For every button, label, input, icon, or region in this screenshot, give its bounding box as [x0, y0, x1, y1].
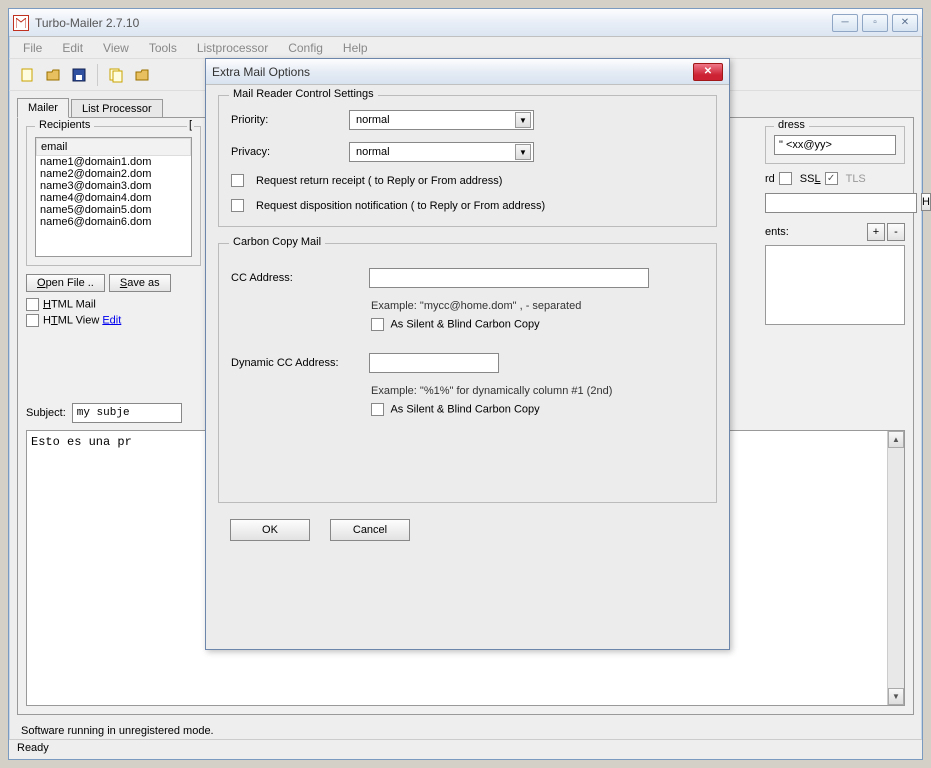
unregistered-label: Software running in unregistered mode.	[21, 725, 214, 737]
tab-mailer[interactable]: Mailer	[17, 98, 69, 118]
edit-link[interactable]: Edit	[102, 314, 121, 326]
menubar: File Edit View Tools Listprocessor Confi…	[9, 37, 922, 59]
dropdown-arrow-icon[interactable]: ▼	[515, 144, 531, 160]
scroll-down-icon[interactable]: ▼	[888, 688, 904, 705]
recipients-label: Recipients	[35, 119, 94, 131]
cc-example: Example: "mycc@home.dom" , - separated	[371, 300, 704, 312]
html-mail-checkbox[interactable]	[26, 298, 39, 311]
open-file-button[interactable]: Open File ..	[26, 274, 105, 292]
list-item[interactable]: name4@domain4.dom	[36, 192, 191, 204]
menu-file[interactable]: File	[15, 39, 50, 57]
open-icon[interactable]	[41, 63, 65, 87]
dropdown-arrow-icon[interactable]: ▼	[515, 112, 531, 128]
disposition-label: Request disposition notification ( to Re…	[256, 200, 545, 212]
h-button[interactable]: H	[921, 193, 931, 211]
mail-reader-control-group: Mail Reader Control Settings Priority: n…	[218, 95, 717, 227]
disposition-checkbox[interactable]	[231, 199, 244, 212]
email-column-header[interactable]: email	[36, 138, 191, 156]
priority-select[interactable]: normal ▼	[349, 110, 534, 130]
privacy-label: Privacy:	[231, 146, 341, 158]
return-receipt-label: Request return receipt ( to Reply or Fro…	[256, 175, 502, 187]
tab-list-processor[interactable]: List Processor	[71, 99, 163, 118]
dialog-close-button[interactable]: ✕	[693, 63, 723, 81]
html-view-label: HTML View	[43, 314, 99, 326]
sender-panel: dress rd SSL TLS H ents: + -	[765, 126, 905, 325]
group2-title: Carbon Copy Mail	[229, 236, 325, 248]
sender-input[interactable]	[774, 135, 896, 155]
priority-label: Priority:	[231, 114, 341, 126]
privacy-select[interactable]: normal ▼	[349, 142, 534, 162]
list-item[interactable]: name5@domain5.dom	[36, 204, 191, 216]
menu-edit[interactable]: Edit	[54, 39, 91, 57]
statusbar: Ready	[9, 739, 922, 759]
new-icon[interactable]	[15, 63, 39, 87]
html-view-checkbox[interactable]	[26, 314, 39, 327]
rd-label: rd	[765, 173, 775, 185]
menu-config[interactable]: Config	[280, 39, 331, 57]
ssl-label: SSL	[800, 173, 821, 185]
group1-title: Mail Reader Control Settings	[229, 88, 378, 100]
body-scrollbar[interactable]: ▲ ▼	[887, 431, 904, 705]
tls-label: TLS	[846, 173, 866, 185]
sender-group-label: dress	[774, 119, 809, 131]
list-item[interactable]: name2@domain2.dom	[36, 168, 191, 180]
save-icon[interactable]	[67, 63, 91, 87]
return-receipt-checkbox[interactable]	[231, 174, 244, 187]
recipients-group: Recipients [ email name1@domain1.dom nam…	[26, 126, 201, 266]
tls-checkbox[interactable]	[825, 172, 838, 185]
dyncc-blind-checkbox[interactable]	[371, 403, 384, 416]
close-button[interactable]: ✕	[892, 14, 918, 32]
dynamic-cc-label: Dynamic CC Address:	[231, 357, 361, 369]
list-item[interactable]: name6@domain6.dom	[36, 216, 191, 228]
priority-value: normal	[356, 114, 390, 126]
open2-icon[interactable]	[130, 63, 154, 87]
subject-input[interactable]	[72, 403, 182, 423]
toolbar-separator	[97, 64, 98, 86]
copy-icon[interactable]	[104, 63, 128, 87]
ok-button[interactable]: OK	[230, 519, 310, 541]
cc-address-label: CC Address:	[231, 272, 361, 284]
dyncc-blind-label: As Silent & Blind Carbon Copy	[390, 403, 539, 415]
menu-listprocessor[interactable]: Listprocessor	[189, 39, 276, 57]
cc-address-input[interactable]	[369, 268, 649, 288]
minimize-button[interactable]: ─	[832, 14, 858, 32]
add-attachment-button[interactable]: +	[867, 223, 885, 241]
menu-tools[interactable]: Tools	[141, 39, 185, 57]
dialog-titlebar: Extra Mail Options ✕	[206, 59, 729, 85]
privacy-value: normal	[356, 146, 390, 158]
list-item[interactable]: name3@domain3.dom	[36, 180, 191, 192]
cc-blind-label: As Silent & Blind Carbon Copy	[390, 318, 539, 330]
app-icon	[13, 15, 29, 31]
dyncc-example: Example: "%1%" for dynamically column #1…	[371, 385, 704, 397]
carbon-copy-group: Carbon Copy Mail CC Address: Example: "m…	[218, 243, 717, 503]
subject-label: Subject:	[26, 407, 66, 419]
menu-view[interactable]: View	[95, 39, 137, 57]
titlebar: Turbo-Mailer 2.7.10 ─ ▫ ✕	[9, 9, 922, 37]
cc-blind-checkbox[interactable]	[371, 318, 384, 331]
status-text: Ready	[17, 742, 49, 754]
recipients-bracket: [	[187, 119, 194, 131]
recipients-list[interactable]: email name1@domain1.dom name2@domain2.do…	[35, 137, 192, 257]
scroll-up-icon[interactable]: ▲	[888, 431, 904, 448]
maximize-button[interactable]: ▫	[862, 14, 888, 32]
dialog-title: Extra Mail Options	[212, 65, 693, 79]
extra-mail-options-dialog: Extra Mail Options ✕ Mail Reader Control…	[205, 58, 730, 650]
dynamic-cc-input[interactable]	[369, 353, 499, 373]
list-item[interactable]: name1@domain1.dom	[36, 156, 191, 168]
remove-attachment-button[interactable]: -	[887, 223, 905, 241]
ssl-checkbox[interactable]	[779, 172, 792, 185]
window-title: Turbo-Mailer 2.7.10	[35, 16, 832, 30]
cancel-button[interactable]: Cancel	[330, 519, 410, 541]
menu-help[interactable]: Help	[335, 39, 376, 57]
attachments-list[interactable]	[765, 245, 905, 325]
html-mail-label: HTML Mail	[43, 298, 96, 310]
server-input[interactable]	[765, 193, 917, 213]
save-as-button[interactable]: Save as	[109, 274, 171, 292]
attachments-label: ents:	[765, 226, 789, 238]
